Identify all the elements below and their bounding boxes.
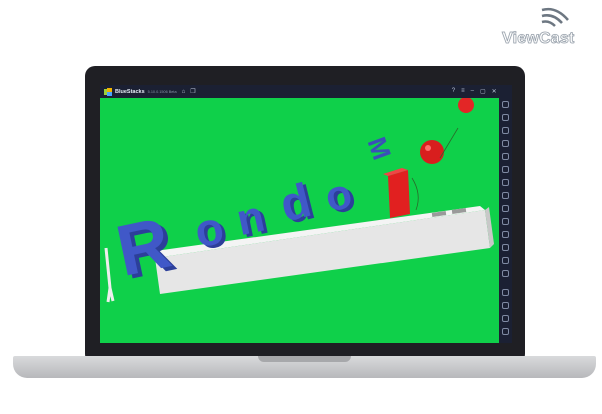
svg-text:o: o <box>320 169 356 221</box>
volume-down-icon[interactable] <box>502 127 509 134</box>
bluestacks-logo-icon <box>104 87 112 96</box>
screen-icon[interactable] <box>502 140 509 147</box>
rotate-icon[interactable] <box>502 179 509 186</box>
close-icon[interactable]: ✕ <box>492 88 497 95</box>
app-version: 5.10.0.1506 Beta <box>147 89 177 94</box>
copy-icon[interactable] <box>502 244 509 251</box>
stick-figure <box>104 247 115 303</box>
svg-text:M: M <box>362 133 398 164</box>
wifi-signal-icon <box>541 7 569 27</box>
location-icon[interactable] <box>502 218 509 225</box>
viewcast-watermark: ViewCast <box>502 4 598 52</box>
app-name: BlueStacks <box>115 88 145 95</box>
help-icon[interactable]: ? <box>452 88 455 95</box>
eco-mode-icon[interactable] <box>502 257 509 264</box>
screenshot-icon[interactable] <box>502 205 509 212</box>
svg-text:d: d <box>275 174 316 233</box>
emulator-screen: BlueStacks 5.10.0.1506 Beta ⌂ ❐ ? ≡ – ▢ … <box>100 85 512 343</box>
red-ball-small <box>458 98 474 113</box>
maximize-icon[interactable]: ▢ <box>480 88 486 95</box>
emulator-titlebar: BlueStacks 5.10.0.1506 Beta ⌂ ❐ ? ≡ – ▢ … <box>100 85 512 98</box>
minimize-icon[interactable]: – <box>471 88 474 95</box>
keyboard-icon[interactable] <box>502 166 509 173</box>
red-block <box>388 170 410 218</box>
recent-apps-icon[interactable] <box>502 328 509 335</box>
menu-icon[interactable]: ≡ <box>461 88 465 95</box>
expand-icon[interactable] <box>502 101 509 108</box>
watermark-text: ViewCast <box>502 30 575 48</box>
home-icon[interactable] <box>502 315 509 322</box>
game-scene[interactable]: R R o o n n d d o o M <box>100 98 499 343</box>
record-icon[interactable] <box>502 153 509 160</box>
multi-instance-icon[interactable]: ❐ <box>190 88 195 95</box>
laptop-notch <box>258 356 351 362</box>
settings-icon[interactable] <box>502 289 509 296</box>
red-ball-large <box>420 140 444 164</box>
volume-up-icon[interactable] <box>502 114 509 121</box>
window-controls: ? ≡ – ▢ ✕ » <box>452 88 506 95</box>
back-icon[interactable] <box>502 302 509 309</box>
home-icon[interactable]: ⌂ <box>182 89 186 95</box>
shake-icon[interactable] <box>502 192 509 199</box>
sync-icon[interactable] <box>502 270 509 277</box>
folder-icon[interactable] <box>502 231 509 238</box>
emulator-sidebar <box>499 85 512 343</box>
